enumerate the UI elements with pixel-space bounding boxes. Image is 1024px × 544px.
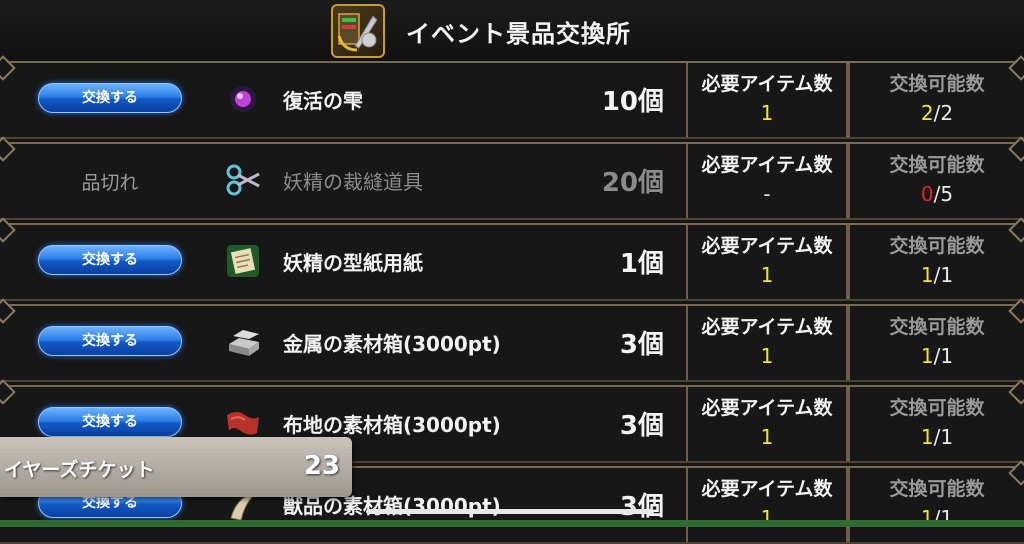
event-shop-icon xyxy=(331,4,385,58)
required-items-label: 必要アイテム数 xyxy=(701,235,833,257)
exchange-button[interactable]: 交換する xyxy=(38,83,182,113)
exchangeable-cell: 交換可能数 1/1 xyxy=(848,468,1024,542)
list-item: 交換する 復活の雫 10個 必要アイテム数 1 交換可能数 2/2 xyxy=(0,61,1024,139)
required-items-cell: 必要アイテム数 1 xyxy=(686,468,848,542)
exchangeable-cell: 交換可能数 0/5 xyxy=(848,144,1024,218)
exchangeable-cell: 交換可能数 1/1 xyxy=(848,387,1024,461)
exchangeable-label: 交換可能数 xyxy=(889,235,985,257)
exchangeable-label: 交換可能数 xyxy=(889,316,985,338)
item-count: 10個 xyxy=(601,87,664,117)
required-items-value: 1 xyxy=(760,425,774,449)
list-item: 品切れ 妖精の裁縫道具 20個 必要アイテム数 - 交換可能数 0/5 xyxy=(0,142,1024,220)
exchangeable-cell: 交換可能数 1/1 xyxy=(848,225,1024,299)
item-count: 20個 xyxy=(601,168,664,198)
list-item: 交換する 妖精の型紙用紙 1個 必要アイテム数 1 交換可能数 1/1 xyxy=(0,223,1024,301)
item-count: 3個 xyxy=(619,492,664,522)
ticket-count: 23 xyxy=(303,451,340,481)
item-name: 妖精の裁縫道具 xyxy=(283,170,423,194)
exchangeable-current: 1 xyxy=(920,425,934,449)
exchangeable-label: 交換可能数 xyxy=(889,397,985,419)
item-name: 布地の素材箱(3000pt) xyxy=(283,413,501,437)
required-items-label: 必要アイテム数 xyxy=(701,73,833,95)
exchangeable-label: 交換可能数 xyxy=(889,73,985,95)
item-count: 3個 xyxy=(619,411,664,441)
exchangeable-cell: 交換可能数 2/2 xyxy=(848,63,1024,137)
exchangeable-current: 1 xyxy=(920,263,934,287)
exchangeable-value: 2/2 xyxy=(850,101,1024,125)
scroll-indicator[interactable] xyxy=(366,509,654,514)
required-items-cell: 必要アイテム数 1 xyxy=(686,306,848,380)
required-items-value: 1 xyxy=(760,263,774,287)
exchangeable-current: 0 xyxy=(920,182,934,206)
exchangeable-value: 1/1 xyxy=(850,263,1024,287)
ticket-panel: イヤーズチケット 23 xyxy=(0,437,352,497)
required-items-label: 必要アイテム数 xyxy=(701,478,833,500)
ticket-label: イヤーズチケット xyxy=(4,459,155,481)
exchangeable-max: /5 xyxy=(933,182,954,206)
cloth-icon xyxy=(223,405,263,441)
pattern-paper-icon xyxy=(223,243,263,279)
item-name: 復活の雫 xyxy=(283,89,363,113)
scissors-icon xyxy=(223,162,263,198)
item-count: 3個 xyxy=(619,330,664,360)
item-name: 妖精の型紙用紙 xyxy=(283,251,423,275)
exchangeable-cell: 交換可能数 1/1 xyxy=(848,306,1024,380)
exchangeable-value: 1/1 xyxy=(850,425,1024,449)
required-items-cell: 必要アイテム数 - xyxy=(686,144,848,218)
list-item: 交換する 金属の素材箱(3000pt) 3個 必要アイテム数 1 交換可能数 1… xyxy=(0,304,1024,382)
soldout-label: 品切れ xyxy=(81,172,139,194)
exchangeable-max: /1 xyxy=(933,344,954,368)
item-name: 金属の素材箱(3000pt) xyxy=(283,332,501,356)
exchangeable-value: 0/5 xyxy=(850,182,1024,206)
page-title: イベント景品交換所 xyxy=(406,20,631,48)
exchangeable-value: 1/1 xyxy=(850,344,1024,368)
required-items-label: 必要アイテム数 xyxy=(701,154,833,176)
exchangeable-max: /2 xyxy=(933,101,954,125)
exchangeable-current: 1 xyxy=(920,344,934,368)
required-items-cell: 必要アイテム数 1 xyxy=(686,63,848,137)
shop-header: イベント景品交換所 xyxy=(0,0,1024,63)
exchangeable-current: 2 xyxy=(920,101,934,125)
exchange-button[interactable]: 交換する xyxy=(38,326,182,356)
exchangeable-max: /1 xyxy=(933,263,954,287)
required-items-cell: 必要アイテム数 1 xyxy=(686,387,848,461)
required-items-label: 必要アイテム数 xyxy=(701,316,833,338)
exchangeable-label: 交換可能数 xyxy=(889,154,985,176)
exchangeable-max: /1 xyxy=(933,425,954,449)
exchange-button[interactable]: 交換する xyxy=(38,245,182,275)
required-items-label: 必要アイテム数 xyxy=(701,397,833,419)
purple-orb-icon xyxy=(223,81,263,117)
required-items-value: - xyxy=(763,182,771,206)
exchangeable-label: 交換可能数 xyxy=(889,478,985,500)
required-items-cell: 必要アイテム数 1 xyxy=(686,225,848,299)
exchange-button[interactable]: 交換する xyxy=(38,407,182,437)
bottom-bar xyxy=(0,520,1024,527)
item-count: 1個 xyxy=(619,249,664,279)
required-items-value: 1 xyxy=(760,344,774,368)
metal-ingot-icon xyxy=(223,324,263,360)
required-items-value: 1 xyxy=(760,101,774,125)
